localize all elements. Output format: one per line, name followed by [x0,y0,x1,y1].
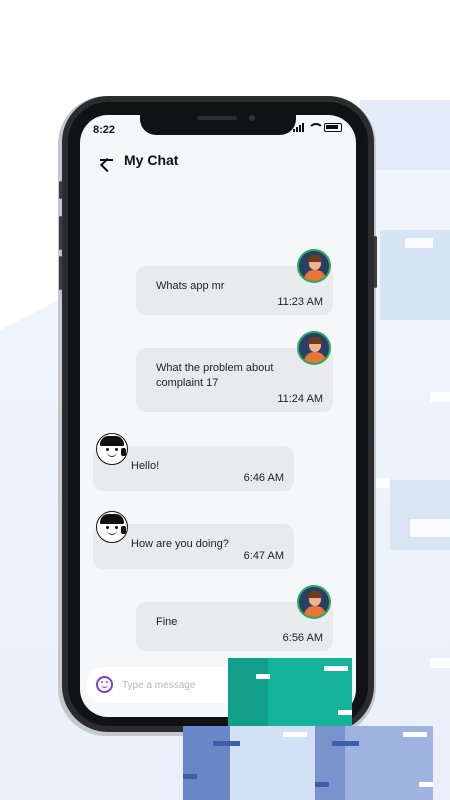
front-camera [249,115,255,121]
message-text: Fine [156,616,178,628]
background-strip [410,519,450,537]
headset-icon [121,526,126,534]
avatar-hair [100,436,124,446]
box-tape [213,741,240,746]
avatar-eye [115,448,118,451]
box-tape [338,710,352,715]
phone-screen: 8:22 My Chat Whats app mr 11:23 AM What … [80,115,356,717]
back-arrow-icon[interactable] [98,152,114,168]
box-tape [183,774,197,779]
message-text: Hello! [131,460,160,472]
message-text: Whats app mr [156,280,225,292]
wifi-icon [308,123,324,132]
speaker-grille [197,116,237,120]
box-side [228,658,268,728]
avatar-hair [308,255,322,262]
background-strip [405,238,433,248]
avatar [297,585,331,619]
box-tape [283,732,307,737]
avatar [96,433,128,465]
box-tape [256,674,270,679]
message-text: How are you doing? [131,538,229,550]
box-tape [332,741,359,746]
background-strip [430,658,450,668]
message-time: 11:23 AM [277,296,323,308]
avatar-hair [100,514,124,524]
avatar-eye [115,526,118,529]
avatar [96,511,128,543]
avatar-hair [308,591,322,598]
box-tape [403,732,427,737]
battery-icon [324,123,342,132]
avatar-eye [106,448,109,451]
teal-box [228,658,352,728]
status-time: 8:22 [93,124,116,136]
page-title: My Chat [124,152,179,168]
mute-switch [59,181,62,199]
background-strip [430,392,450,402]
avatar-smile [107,530,117,535]
status-icons [293,123,342,132]
blue-box [183,726,318,800]
message-time: 11:24 AM [277,393,323,405]
chat-header: My Chat [98,149,178,171]
blue-box [315,726,433,800]
message-time: 6:46 AM [243,472,284,484]
message-time: 6:47 AM [243,550,284,562]
box-tape [315,782,329,787]
volume-down-button [59,256,62,290]
box-tape [324,666,348,671]
message-text: What the problem about complaint 17 [156,362,274,389]
notch [140,115,296,135]
power-button [374,236,377,288]
headset-icon [121,448,126,456]
avatar [297,331,331,365]
avatar-smile [107,452,117,457]
box-side [315,726,345,800]
avatar-eye [106,526,109,529]
signal-icon [293,123,304,132]
background-block [390,480,450,550]
volume-up-button [59,216,62,250]
message-time: 6:56 AM [282,632,323,644]
box-side [230,726,318,800]
background-strip [375,478,390,488]
emoji-icon[interactable] [96,676,113,693]
box-tape [419,782,433,787]
avatar-hair [308,337,322,344]
avatar [297,249,331,283]
